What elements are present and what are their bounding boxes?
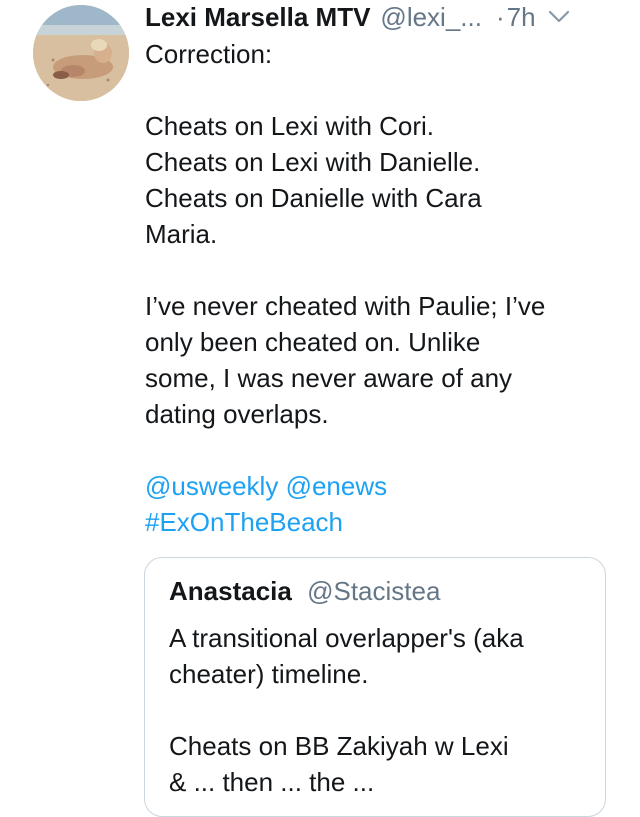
quoted-tweet-card[interactable]: Anastacia @Stacistea A transitional over… [144, 557, 606, 817]
tweet-line [145, 432, 615, 468]
tweet-line: only been cheated on. Unlike [145, 327, 481, 357]
separator-dot: · [495, 2, 505, 32]
tweet-line: Cheats on Lexi with Cori. [145, 111, 435, 141]
quoted-tweet-line [169, 692, 589, 728]
mentions-line: @usweekly @enews [145, 468, 615, 504]
tweet-line: Cheats on Lexi with Danielle. [145, 147, 481, 177]
tweet-line [145, 252, 615, 288]
quoted-display-name: Anastacia [169, 576, 292, 606]
avatar[interactable] [33, 5, 129, 101]
quoted-tweet-line: cheater) timeline. [169, 659, 369, 689]
mention-enews-link[interactable]: @enews [286, 471, 388, 501]
tweet-line: some, I was never aware of any [145, 363, 513, 393]
quoted-tweet-header: Anastacia @Stacistea [169, 574, 440, 608]
mention-usweekly-link[interactable]: @usweekly [145, 471, 278, 501]
user-handle[interactable]: @lexi_... [380, 0, 482, 34]
quoted-tweet-text: A transitional overlapper's (aka cheater… [169, 620, 589, 800]
quoted-tweet-line: A transitional overlapper's (aka [169, 623, 524, 653]
timestamp[interactable]: 7h [507, 0, 536, 34]
tweet-line: dating overlaps. [145, 399, 329, 429]
chevron-down-icon[interactable] [548, 10, 570, 24]
display-name[interactable]: Lexi Marsella MTV [145, 0, 370, 34]
tweet-text: Correction: Cheats on Lexi with Cori. Ch… [145, 36, 615, 540]
quoted-tweet-line: Cheats on BB Zakiyah w Lexi [169, 731, 509, 761]
hashtag-link[interactable]: #ExOnTheBeach [145, 507, 343, 537]
quoted-user-handle: @Stacistea [307, 576, 441, 606]
tweet-line: Maria. [145, 219, 218, 249]
quoted-tweet-line: & ... then ... the ... [169, 767, 375, 797]
tweet-line: Correction: [145, 39, 273, 69]
avatar-photo [33, 5, 129, 101]
hashtag-line: #ExOnTheBeach [145, 504, 615, 540]
tweet-line: Cheats on Danielle with Cara [145, 183, 482, 213]
tweet-line [145, 72, 615, 108]
tweet-header: Lexi Marsella MTV @lexi_... · 7h [145, 0, 625, 34]
tweet-line: I’ve never cheated with Paulie; I’ve [145, 291, 546, 321]
